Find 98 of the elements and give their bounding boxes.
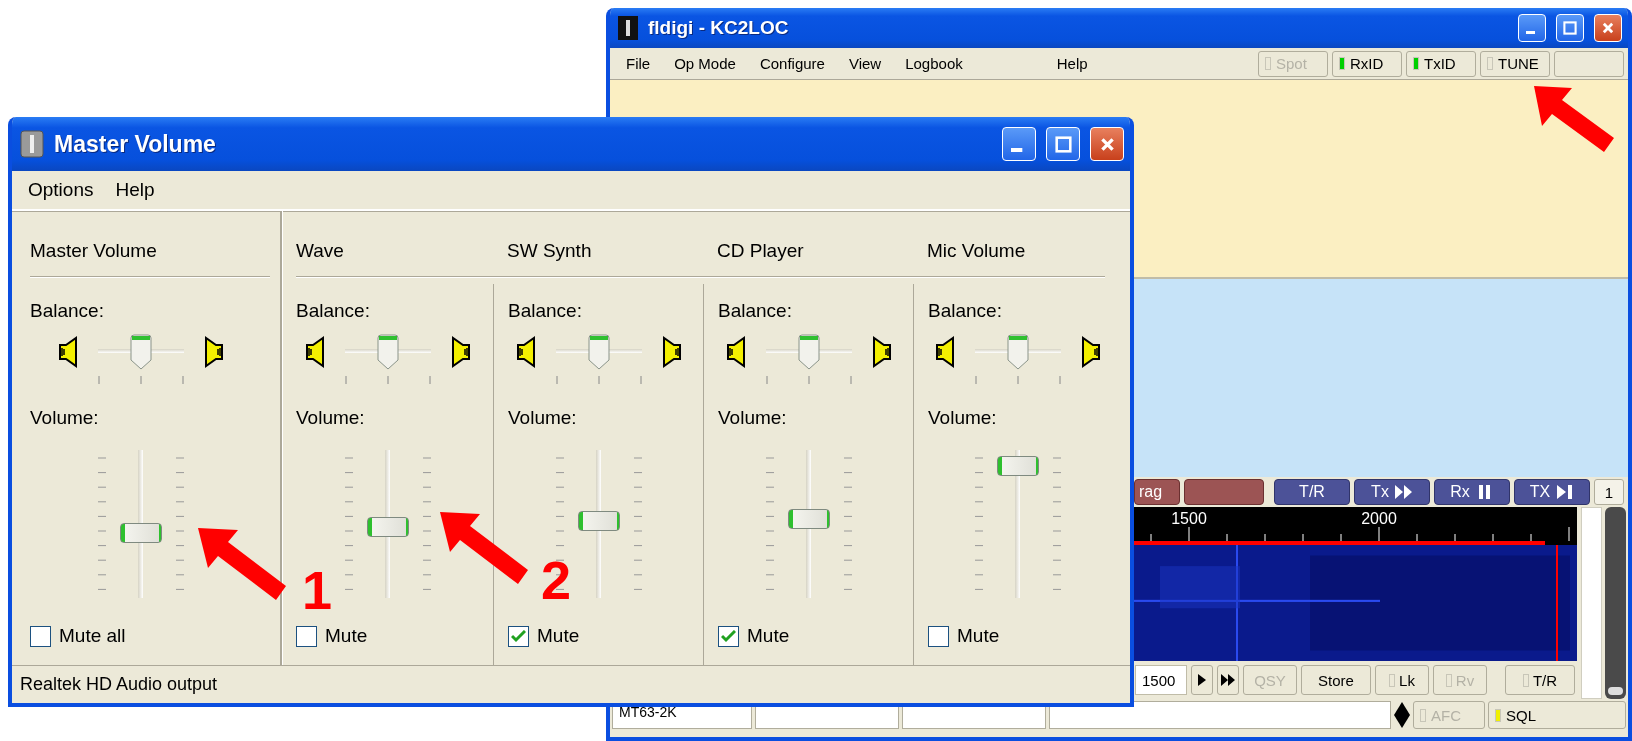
volume-label: Volume: <box>30 407 100 429</box>
scrollbar[interactable] <box>1604 507 1626 699</box>
minimize-button[interactable] <box>1518 14 1546 42</box>
ruler-label: 2000 <box>1361 510 1397 527</box>
play-icon <box>1198 674 1206 686</box>
close-icon <box>1098 135 1116 153</box>
mute-checkbox[interactable] <box>30 625 51 647</box>
balance-label: Balance: <box>718 300 793 322</box>
frequency-field[interactable]: 1500 <box>1135 665 1187 695</box>
macro-button[interactable]: rag <box>1134 479 1180 505</box>
minimize-button[interactable] <box>1002 127 1036 161</box>
speaker-icon <box>58 336 80 368</box>
ruler-label: 1500 <box>1171 510 1207 527</box>
menu-item[interactable]: Op Mode <box>674 55 736 72</box>
balance-label: Balance: <box>508 300 583 322</box>
slider-thumb[interactable] <box>996 456 1039 477</box>
volume-label: Volume: <box>718 407 788 429</box>
diamond-icon <box>1394 702 1410 728</box>
mute-checkbox[interactable] <box>508 625 529 647</box>
scrollbar-thumb[interactable] <box>1607 687 1623 695</box>
speaker-icon <box>304 336 327 368</box>
balance-label: Balance: <box>30 300 105 322</box>
blank-button[interactable] <box>1554 50 1624 77</box>
channel-name: SW Synth <box>507 240 593 263</box>
menu-item[interactable]: Logbook <box>905 55 963 72</box>
balance-label: Balance: <box>296 300 371 322</box>
arrow-icon <box>1534 86 1614 152</box>
menu-item[interactable]: Options <box>28 179 94 201</box>
toggle-button[interactable]: Lk <box>1375 665 1429 695</box>
slider-thumb[interactable] <box>1006 334 1029 370</box>
app-icon <box>618 16 638 40</box>
fast-forward-icon <box>1221 674 1235 686</box>
action-button[interactable]: Store <box>1301 665 1371 695</box>
step-button[interactable] <box>1191 665 1213 695</box>
speaker-icon <box>725 336 748 368</box>
mute-label: Mute <box>537 625 580 647</box>
mute-label: Mute <box>957 625 1000 647</box>
channel-name: CD Player <box>717 240 805 263</box>
window-title: Master Volume <box>54 130 216 158</box>
mute-checkbox[interactable] <box>296 625 317 647</box>
speaker-icon <box>515 336 538 368</box>
toggle-button[interactable]: RxID <box>1332 50 1402 77</box>
close-button[interactable] <box>1090 127 1124 161</box>
callout-number: 1 <box>302 566 333 615</box>
volume-label: Volume: <box>928 407 998 429</box>
window-title: fldigi - KC2LOC <box>648 17 789 39</box>
speaker-icon <box>934 336 957 368</box>
menu-item[interactable]: View <box>848 55 882 72</box>
slider-thumb[interactable] <box>577 511 620 532</box>
callout-number: 2 <box>541 556 572 605</box>
status-bar: Realtek HD Audio output <box>12 665 1130 703</box>
toggle-button[interactable]: TUNE <box>1480 50 1550 77</box>
toggle-button[interactable]: TxID <box>1406 50 1476 77</box>
maximize-icon <box>1054 135 1072 153</box>
page-button[interactable]: 1 <box>1594 479 1624 505</box>
menu-item[interactable]: Help <box>115 179 155 201</box>
mute-label: Mute all <box>59 625 126 647</box>
maximize-button[interactable] <box>1556 14 1584 42</box>
transport-button[interactable]: TX <box>1514 479 1590 505</box>
slider-thumb[interactable] <box>366 516 409 537</box>
volume-label: Volume: <box>296 407 366 429</box>
channel-name: Wave <box>296 240 345 263</box>
slider-thumb[interactable] <box>376 334 399 370</box>
menu-item[interactable]: Configure <box>759 55 825 72</box>
menu-item[interactable]: Help <box>1056 55 1088 72</box>
maximize-button[interactable] <box>1046 127 1080 161</box>
app-icon <box>20 130 44 158</box>
toggle-button[interactable]: SQL <box>1488 701 1626 729</box>
channel-name: Master Volume <box>30 240 158 263</box>
slider-thumb[interactable] <box>120 522 162 543</box>
fast-forward-icon <box>1394 485 1413 499</box>
minimize-icon <box>1525 30 1535 35</box>
slider-thumb[interactable] <box>587 334 610 370</box>
mute-label: Mute <box>747 625 790 647</box>
mute-checkbox[interactable] <box>718 625 739 647</box>
close-button[interactable] <box>1594 14 1622 42</box>
step-button[interactable] <box>1217 665 1239 695</box>
balance-label: Balance: <box>928 300 1003 322</box>
arrow-icon <box>440 512 528 584</box>
channel-name: Mic Volume <box>927 240 1027 263</box>
mute-label: Mute <box>325 625 368 647</box>
volume-label: Volume: <box>508 407 578 429</box>
maximize-icon <box>1563 21 1577 35</box>
arrow-icon <box>198 528 286 600</box>
slider-thumb[interactable] <box>130 334 152 370</box>
macro-button[interactable] <box>1184 479 1264 505</box>
transport-button[interactable]: Rx <box>1434 479 1510 505</box>
slider-thumb[interactable] <box>787 508 830 529</box>
transport-button[interactable]: T/R <box>1274 479 1350 505</box>
slider-thumb[interactable] <box>797 334 820 370</box>
toggle-button[interactable]: T/R <box>1505 665 1575 695</box>
transport-button[interactable]: Tx <box>1354 479 1430 505</box>
skip-icon <box>1556 485 1575 499</box>
speaker-icon <box>202 336 224 368</box>
mute-checkbox[interactable] <box>928 625 949 647</box>
minimize-icon <box>1011 147 1023 152</box>
menu-item[interactable]: File <box>626 55 651 72</box>
close-icon <box>1601 21 1615 35</box>
